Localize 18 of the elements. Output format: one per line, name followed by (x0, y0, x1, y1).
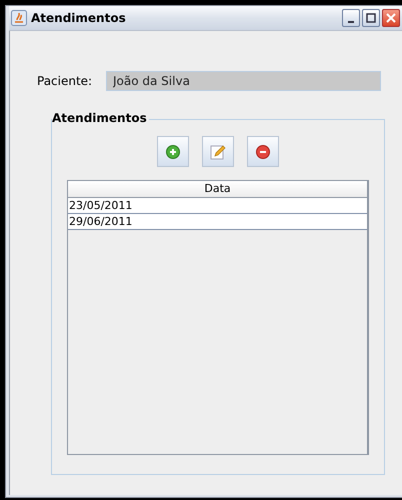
minimize-button[interactable] (342, 9, 360, 27)
group-title: Atendimentos (52, 111, 149, 125)
add-button[interactable] (157, 136, 189, 167)
table-cell[interactable]: 23/05/2011 (68, 198, 367, 214)
table-cell[interactable]: 29/06/2011 (68, 214, 367, 230)
add-icon (166, 144, 180, 158)
maximize-icon (366, 13, 376, 23)
minimize-icon (348, 20, 354, 22)
remove-button[interactable] (247, 136, 279, 167)
app-icon (11, 10, 27, 26)
maximize-button[interactable] (362, 9, 380, 27)
column-header[interactable]: Data (68, 181, 367, 198)
remove-icon (256, 144, 270, 158)
patient-label: Paciente: (37, 74, 94, 88)
window-title: Atendimentos (31, 11, 127, 25)
close-button[interactable] (382, 9, 400, 27)
pencil-icon (210, 144, 226, 160)
close-icon (386, 13, 396, 23)
